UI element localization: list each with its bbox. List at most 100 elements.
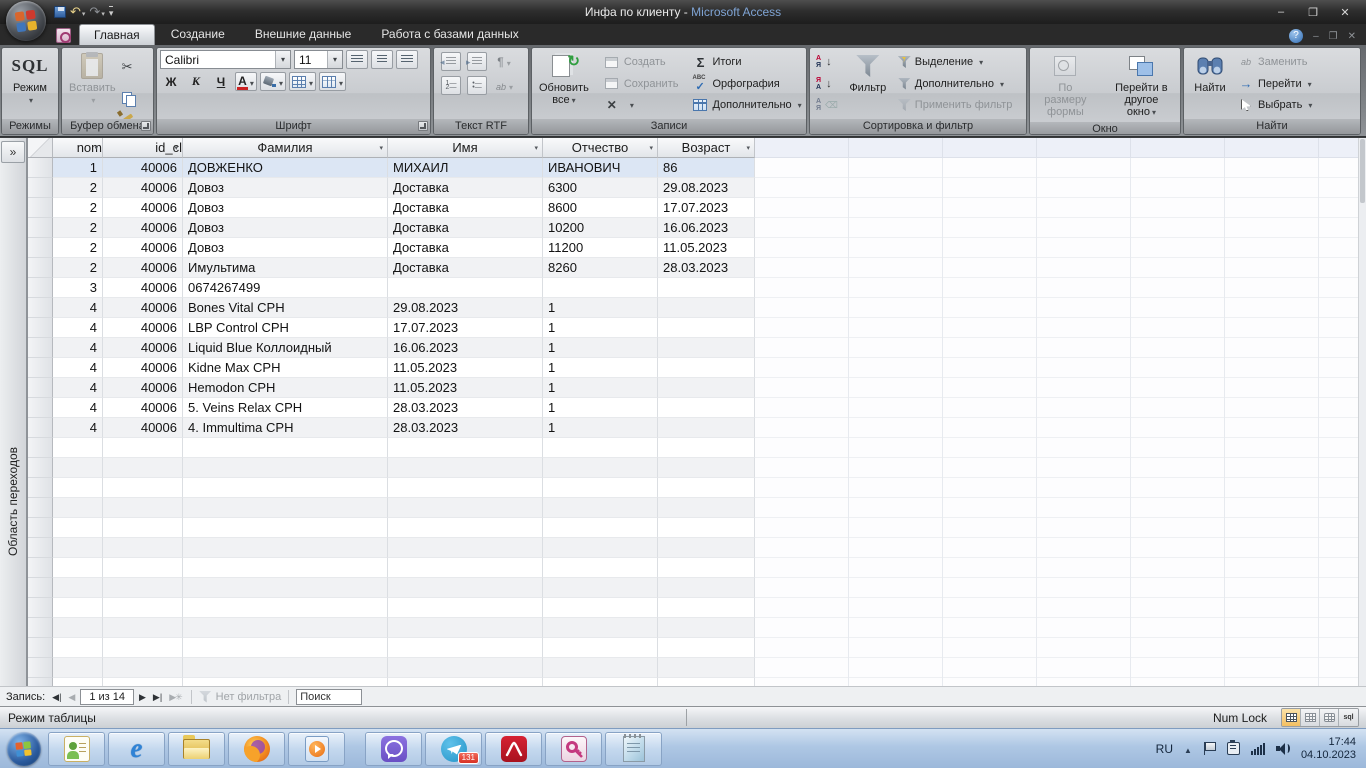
row-selector[interactable] <box>28 298 53 318</box>
search-input[interactable] <box>296 689 362 705</box>
cell[interactable] <box>658 598 755 618</box>
cell[interactable] <box>658 458 755 478</box>
table-row[interactable]: 4400065. Veins Relax CPH28.03.20231 <box>28 398 755 418</box>
goto-button[interactable]: Перейти <box>1235 74 1315 94</box>
cell[interactable] <box>658 678 755 686</box>
cell[interactable]: 4 <box>53 398 103 418</box>
refresh-all-button[interactable]: Обновить все <box>535 50 593 117</box>
cell[interactable] <box>53 638 103 658</box>
cell[interactable]: 11.05.2023 <box>658 238 755 258</box>
cell[interactable]: 4 <box>53 338 103 358</box>
cell[interactable] <box>53 658 103 678</box>
cell[interactable]: 0674267499 <box>183 278 388 298</box>
row-selector[interactable] <box>28 678 53 686</box>
navigation-pane-expand-button[interactable]: » <box>1 141 25 163</box>
cell[interactable] <box>658 318 755 338</box>
table-row[interactable]: 240006ДовозДоставка1020016.06.2023 <box>28 218 755 238</box>
table-row[interactable]: 440006Hemodon CPH11.05.20231 <box>28 378 755 398</box>
row-selector[interactable] <box>28 518 53 538</box>
cell[interactable]: Доставка <box>388 178 543 198</box>
clock[interactable]: 17:44 04.10.2023 <box>1301 736 1356 762</box>
cell[interactable]: 4 <box>53 378 103 398</box>
cell[interactable] <box>53 518 103 538</box>
row-selector[interactable] <box>28 418 53 438</box>
row-selector[interactable] <box>28 478 53 498</box>
row-selector[interactable] <box>28 578 53 598</box>
cell[interactable] <box>388 578 543 598</box>
cell[interactable]: 10200 <box>543 218 658 238</box>
gridlines-button[interactable] <box>289 72 316 91</box>
cell[interactable]: 86 <box>658 158 755 178</box>
cell[interactable] <box>543 618 658 638</box>
cell[interactable]: 40006 <box>103 158 183 178</box>
pivotchart-view-button[interactable] <box>1320 709 1339 726</box>
size-to-fit-form-button[interactable]: По размеру формы <box>1033 50 1098 120</box>
next-record-button[interactable] <box>137 690 148 704</box>
cell[interactable]: 2 <box>53 258 103 278</box>
table-row[interactable]: 240006ДовозДоставка860017.07.2023 <box>28 198 755 218</box>
cell[interactable]: 2 <box>53 218 103 238</box>
delete-dropdown-icon[interactable] <box>628 99 634 111</box>
row-selector[interactable] <box>28 618 53 638</box>
datasheet-view-button[interactable] <box>1282 709 1301 726</box>
cell[interactable] <box>388 458 543 478</box>
doc-close-button[interactable]: ✕ <box>1348 31 1356 42</box>
cell[interactable] <box>658 438 755 458</box>
doc-restore-button[interactable]: ❐ <box>1329 31 1338 42</box>
volume-icon[interactable] <box>1276 742 1290 755</box>
cut-icon[interactable] <box>122 58 133 76</box>
row-selector[interactable] <box>28 178 53 198</box>
cell[interactable] <box>543 438 658 458</box>
selection-filter-button[interactable]: Выделение <box>895 52 1016 72</box>
cell[interactable]: Доставка <box>388 238 543 258</box>
save-button[interactable] <box>54 6 66 18</box>
cell[interactable]: 1 <box>543 398 658 418</box>
goto-dropdown-icon[interactable] <box>1306 78 1312 90</box>
taskbar-file-explorer-button[interactable] <box>168 732 225 766</box>
cell[interactable] <box>53 538 103 558</box>
cell[interactable]: 29.08.2023 <box>388 298 543 318</box>
select-dropdown-icon[interactable] <box>1306 99 1312 111</box>
language-indicator[interactable]: RU <box>1156 742 1173 756</box>
cell[interactable]: 11200 <box>543 238 658 258</box>
row-selector[interactable] <box>28 358 53 378</box>
gridlines-dropdown-icon[interactable] <box>307 75 313 89</box>
delete-button[interactable] <box>601 95 682 115</box>
cell[interactable] <box>543 458 658 478</box>
column-header-Отчество[interactable]: Отчество <box>543 138 658 158</box>
align-right-button[interactable] <box>396 50 418 69</box>
cell[interactable]: 28.03.2023 <box>388 418 543 438</box>
cell[interactable] <box>183 518 388 538</box>
cell[interactable] <box>183 678 388 686</box>
cell[interactable] <box>103 518 183 538</box>
cell[interactable] <box>543 578 658 598</box>
cell[interactable] <box>103 658 183 678</box>
cell[interactable] <box>658 518 755 538</box>
cell[interactable] <box>543 478 658 498</box>
table-row[interactable]: 440006Bones Vital CPH29.08.20231 <box>28 298 755 318</box>
cell[interactable] <box>388 498 543 518</box>
table-row[interactable]: 240006ДовозДоставка630029.08.2023 <box>28 178 755 198</box>
office-button[interactable] <box>6 1 46 41</box>
cell[interactable] <box>658 638 755 658</box>
paste-button[interactable]: Вставить <box>65 50 120 117</box>
row-selector[interactable] <box>28 238 53 258</box>
toggle-filter-button[interactable]: Применить фильтр <box>895 95 1016 115</box>
filter-button[interactable]: Фильтр <box>843 50 893 117</box>
taskbar-viber-button[interactable] <box>365 732 422 766</box>
cell[interactable] <box>183 578 388 598</box>
cell[interactable]: 8600 <box>543 198 658 218</box>
font-color-dropdown-icon[interactable] <box>248 75 254 89</box>
tab-home[interactable]: Главная <box>79 24 155 45</box>
undo-dropdown-icon[interactable] <box>81 5 86 19</box>
cell[interactable]: 40006 <box>103 238 183 258</box>
selection-dropdown-icon[interactable] <box>977 56 983 68</box>
table-row[interactable]: 240006ДовозДоставка1120011.05.2023 <box>28 238 755 258</box>
cell[interactable]: 1 <box>543 418 658 438</box>
column-header-Возраст[interactable]: Возраст <box>658 138 755 158</box>
redo-button[interactable] <box>89 4 104 20</box>
cell[interactable]: Довоз <box>183 238 388 258</box>
cell[interactable]: Liquid Blue Коллоидный <box>183 338 388 358</box>
column-header-id_cl[interactable]: id_cl <box>103 138 183 158</box>
customize-qat-button[interactable] <box>109 6 114 19</box>
